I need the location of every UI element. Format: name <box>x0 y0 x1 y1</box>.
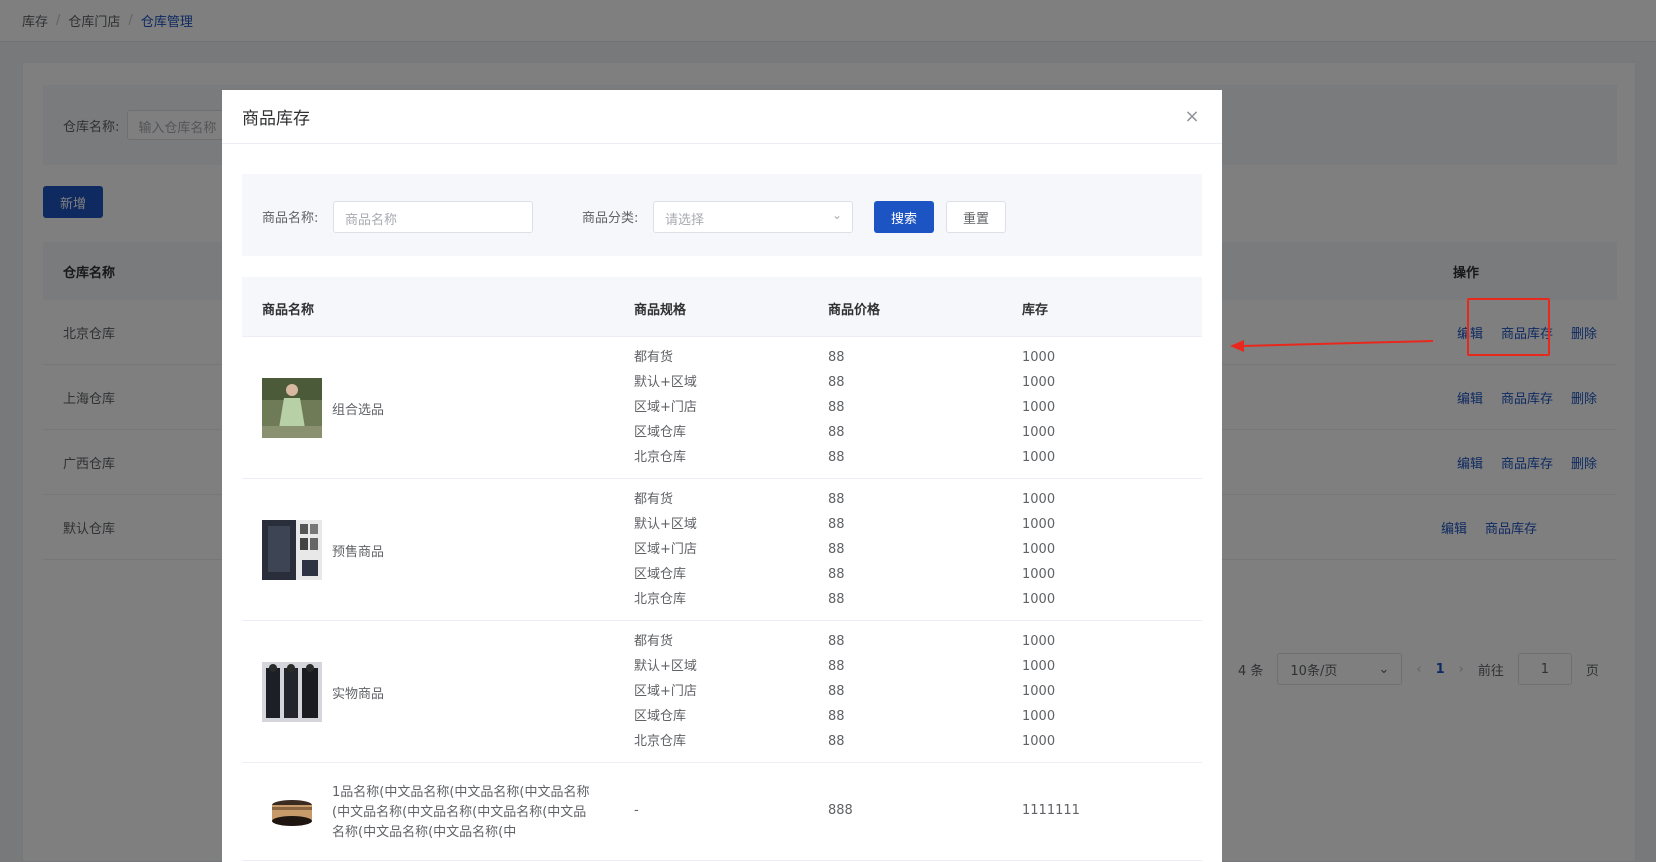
price-item: 88 <box>828 375 845 390</box>
price-item: 88 <box>828 734 845 749</box>
table-row: 组合选品 都有货 默认+区域 区域+门店 区域仓库 北京仓库 88 88 88 … <box>242 337 1202 479</box>
price-item: 88 <box>828 542 845 557</box>
column-product-price: 商品价格 <box>828 303 881 318</box>
price-item: 88 <box>828 659 845 674</box>
price-item: 88 <box>828 709 845 724</box>
category-placeholder: 请选择 <box>665 213 705 228</box>
annotation-arrow-head <box>1230 340 1244 352</box>
stock-item: 1000 <box>1022 684 1056 699</box>
table-row: 1品名称(中文品名称(中文品名称(中文品名称 (中文品名称(中文品名称(中文品名… <box>242 763 1202 861</box>
dialog-header: 商品库存 × <box>222 90 1222 144</box>
reset-button[interactable]: 重置 <box>946 201 1006 233</box>
product-name: 1品名称(中文品名称(中文品名称(中文品名称 (中文品名称(中文品名称(中文品名… <box>332 783 612 843</box>
spec-item: 区域仓库 <box>634 425 687 440</box>
column-product-name: 商品名称 <box>262 303 315 318</box>
stock-item: 1000 <box>1022 350 1056 365</box>
spec-item: 都有货 <box>634 634 674 649</box>
stock-item: 1000 <box>1022 592 1056 607</box>
product-search-bar: 商品名称: 商品名称 商品分类: 请选择 ⌄ 搜索 重置 <box>242 174 1202 256</box>
stock-item: 1000 <box>1022 400 1056 415</box>
stock-item: 1000 <box>1022 634 1056 649</box>
product-name-input[interactable]: 商品名称 <box>333 201 533 233</box>
stock-item: 1000 <box>1022 517 1056 532</box>
spec-list: 都有货 默认+区域 区域+门店 区域仓库 北京仓库 <box>634 629 697 754</box>
stock-item: 1000 <box>1022 425 1056 440</box>
price-item: 88 <box>828 684 845 699</box>
spec-item: 区域+门店 <box>634 400 697 415</box>
spec-item: 北京仓库 <box>634 734 687 749</box>
stock-item: 1000 <box>1022 709 1056 724</box>
spec-item: 默认+区域 <box>634 375 697 390</box>
spec-list: 都有货 默认+区域 区域+门店 区域仓库 北京仓库 <box>634 345 697 470</box>
close-icon[interactable]: × <box>1182 107 1202 127</box>
product-stock-dialog: 商品库存 × 商品名称: 商品名称 商品分类: 请选择 ⌄ 搜索 重置 商品名称… <box>222 90 1222 862</box>
stock-item: 1000 <box>1022 375 1056 390</box>
chevron-down-icon: ⌄ <box>831 208 842 222</box>
annotation-arrow-line <box>1241 340 1434 347</box>
stock-list: 1000 1000 1000 1000 1000 <box>1022 487 1055 612</box>
spec-item: 区域+门店 <box>634 542 697 557</box>
spec-item: 默认+区域 <box>634 517 697 532</box>
price-list: 88 88 88 88 88 <box>828 487 845 612</box>
product-name: 组合选品 <box>332 403 385 418</box>
spec-item: 北京仓库 <box>634 592 687 607</box>
stock-item: 1000 <box>1022 567 1056 582</box>
stock-list: 1000 1000 1000 1000 1000 <box>1022 629 1055 754</box>
column-stock: 库存 <box>1022 303 1049 318</box>
spec-item: 默认+区域 <box>634 659 697 674</box>
price-item: 88 <box>828 567 845 582</box>
product-name-line: 名称(中文品名称(中文品名称(中 <box>332 825 517 840</box>
price-list: 88 88 88 88 88 <box>828 345 845 470</box>
spec-item: 都有货 <box>634 492 674 507</box>
spec-item: 区域仓库 <box>634 709 687 724</box>
product-thumbnail <box>262 378 322 438</box>
stock-item: 1000 <box>1022 450 1056 465</box>
product-category-select[interactable]: 请选择 ⌄ <box>653 201 853 233</box>
spec-list: 都有货 默认+区域 区域+门店 区域仓库 北京仓库 <box>634 487 697 612</box>
product-table-header: 商品名称 商品规格 商品价格 库存 <box>242 277 1202 337</box>
price-item: 88 <box>828 350 845 365</box>
product-thumbnail <box>262 783 322 843</box>
product-name: 预售商品 <box>332 545 385 560</box>
search-button[interactable]: 搜索 <box>874 201 934 233</box>
product-name-label: 商品名称: <box>262 211 319 226</box>
spec-item: 北京仓库 <box>634 450 687 465</box>
stock-list: 1000 1000 1000 1000 1000 <box>1022 345 1055 470</box>
product-name-line: 1品名称(中文品名称(中文品名称(中文品名称 <box>332 785 590 800</box>
stock-item: 1000 <box>1022 492 1056 507</box>
price-item: 88 <box>828 634 845 649</box>
spec-item: 都有货 <box>634 350 674 365</box>
price-item: 88 <box>828 592 845 607</box>
dialog-title: 商品库存 <box>242 109 310 129</box>
stock-item: 1000 <box>1022 542 1056 557</box>
product-stock-table: 商品名称 商品规格 商品价格 库存 组合选品 都有货 默认+区域 区域+门店 区… <box>242 277 1202 861</box>
spec-item: 区域仓库 <box>634 567 687 582</box>
spec-item: 区域+门店 <box>634 684 697 699</box>
spec-item: - <box>634 803 639 818</box>
table-row: 预售商品 都有货 默认+区域 区域+门店 区域仓库 北京仓库 88 88 88 … <box>242 479 1202 621</box>
product-name-line: (中文品名称(中文品名称(中文品名称(中文品 <box>332 805 587 820</box>
product-category-label: 商品分类: <box>582 211 639 226</box>
product-thumbnail <box>262 520 322 580</box>
price-item: 88 <box>828 400 845 415</box>
product-name: 实物商品 <box>332 687 385 702</box>
column-product-spec: 商品规格 <box>634 303 687 318</box>
price-item: 88 <box>828 517 845 532</box>
stock-item: 1000 <box>1022 659 1056 674</box>
stock-item: 1000 <box>1022 734 1056 749</box>
product-thumbnail <box>262 662 322 722</box>
price-list: 88 88 88 88 88 <box>828 629 845 754</box>
stock-item: 1111111 <box>1022 803 1080 818</box>
price-item: 888 <box>828 803 853 818</box>
table-row: 实物商品 都有货 默认+区域 区域+门店 区域仓库 北京仓库 88 88 88 … <box>242 621 1202 763</box>
price-item: 88 <box>828 492 845 507</box>
price-item: 88 <box>828 425 845 440</box>
price-item: 88 <box>828 450 845 465</box>
